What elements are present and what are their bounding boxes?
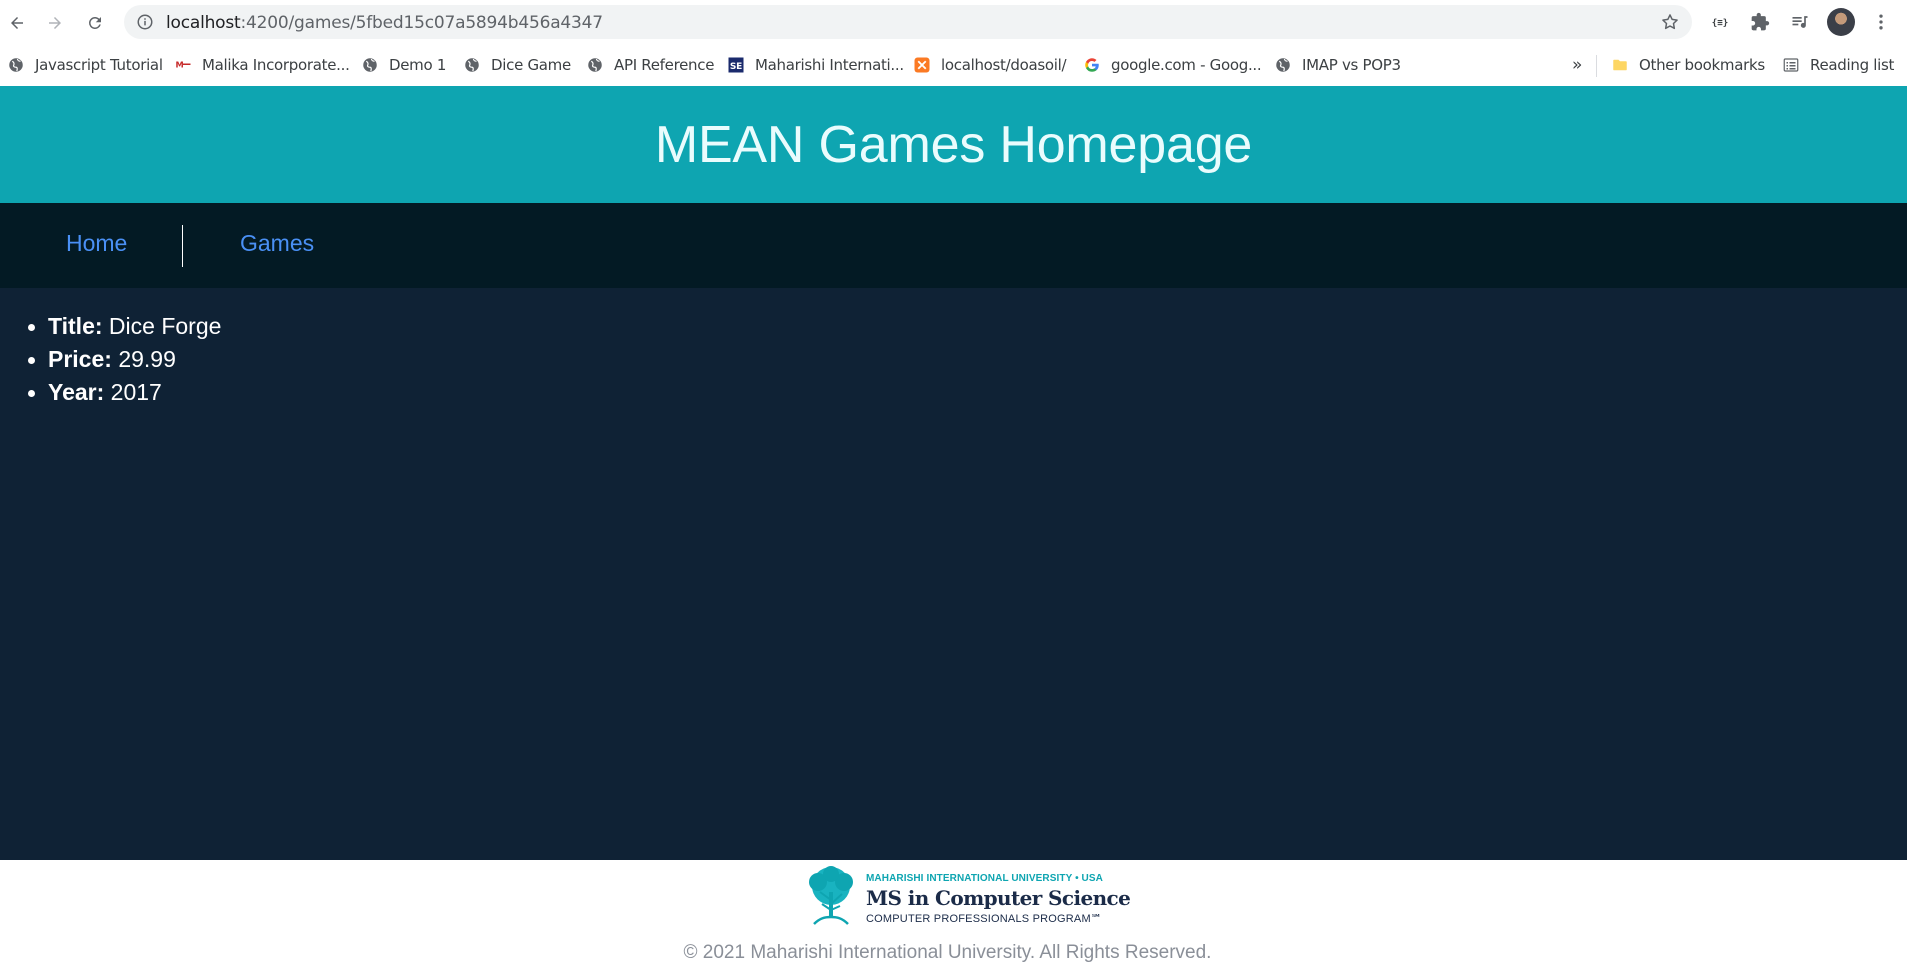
price-label: Price: — [48, 346, 112, 372]
reading-list-label: Reading list — [1810, 56, 1895, 74]
bookmark-javascript-tutorial[interactable]: Javascript Tutorial — [7, 54, 163, 76]
forward-button[interactable] — [40, 8, 70, 38]
browser-toolbar: localhost:4200/games/5fbed15c07a5894b456… — [0, 0, 1907, 45]
bookmarks-divider — [1596, 55, 1597, 77]
logo-cpp-line: COMPUTER PROFESSIONALS PROGRAM℠ — [866, 913, 1103, 925]
xampp-icon — [913, 56, 931, 74]
json-extension-icon[interactable]: {≡} — [1709, 11, 1731, 33]
url-host: localhost — [166, 13, 241, 33]
nav-divider — [182, 225, 183, 267]
bookmark-label: API Reference — [614, 56, 715, 74]
bookmark-label: Demo 1 — [389, 56, 447, 74]
se-logo-icon: SE — [727, 56, 745, 74]
info-icon — [137, 14, 153, 30]
overflow-label: » — [1572, 55, 1583, 75]
other-bookmarks-button[interactable]: Other bookmarks — [1611, 54, 1765, 76]
profile-avatar[interactable] — [1827, 8, 1855, 36]
reading-list-button[interactable]: Reading list — [1782, 54, 1894, 76]
other-bookmarks-label: Other bookmarks — [1639, 56, 1765, 74]
arrow-left-icon — [11, 17, 23, 29]
bookmarks-overflow-button[interactable]: » — [1572, 54, 1582, 76]
svg-text:M: M — [176, 59, 184, 69]
globe-icon — [1274, 56, 1292, 74]
bookmark-localhost-doasoil[interactable]: localhost/doasoil/ — [913, 54, 1067, 76]
bookmark-label: localhost/doasoil/ — [941, 56, 1067, 74]
globe-icon — [7, 56, 25, 74]
bookmark-demo-1[interactable]: Demo 1 — [361, 54, 446, 76]
game-price: 29.99 — [118, 346, 176, 372]
bookmark-label: Malika Incorporate... — [202, 56, 350, 74]
bookmark-api-reference[interactable]: API Reference — [586, 54, 714, 76]
mscs-logo: MAHARISHI INTERNATIONAL UNIVERSITY • USA… — [800, 864, 1131, 928]
star-icon[interactable] — [1660, 12, 1680, 32]
extensions-puzzle-icon[interactable] — [1749, 11, 1771, 33]
address-bar[interactable]: localhost:4200/games/5fbed15c07a5894b456… — [124, 5, 1692, 39]
list-item-title: Title: Dice Forge — [27, 310, 222, 343]
bookmark-label: IMAP vs POP3 — [1302, 56, 1401, 74]
bookmark-maharishi[interactable]: SE Maharishi Internati... — [727, 54, 904, 76]
bookmark-dice-game[interactable]: Dice Game — [463, 54, 571, 76]
url-text[interactable]: localhost:4200/games/5fbed15c07a5894b456… — [166, 13, 603, 33]
malika-logo-icon: M — [174, 56, 192, 74]
arrow-right-icon — [49, 17, 61, 29]
browser-menu-icon[interactable] — [1870, 11, 1892, 33]
globe-icon — [586, 56, 604, 74]
game-year: 2017 — [110, 379, 162, 405]
bookmarks-bar: Javascript Tutorial M Malika Incorporate… — [0, 45, 1907, 86]
tree-logo-icon — [809, 866, 853, 925]
browser-chrome: localhost:4200/games/5fbed15c07a5894b456… — [0, 0, 1907, 86]
page-footer: MAHARISHI INTERNATIONAL UNIVERSITY • USA… — [0, 860, 1907, 972]
list-item-price: Price: 29.99 — [27, 343, 221, 376]
game-detail-section: Title: Dice Forge Price: 29.99 Year: 201… — [0, 288, 1907, 860]
game-title: Dice Forge — [108, 313, 222, 339]
year-label: Year: — [48, 379, 105, 405]
bookmark-malika[interactable]: M Malika Incorporate... — [174, 54, 350, 76]
url-path: :4200/games/5fbed15c07a5894b456a4347 — [240, 13, 604, 33]
reading-list-icon — [1782, 56, 1800, 74]
folder-icon — [1611, 56, 1629, 74]
back-button[interactable] — [2, 8, 32, 38]
globe-icon — [463, 56, 481, 74]
bookmark-imap-vs-pop3[interactable]: IMAP vs POP3 — [1274, 54, 1401, 76]
list-item-year: Year: 2017 — [27, 376, 221, 409]
media-queue-icon[interactable] — [1789, 11, 1811, 33]
logo-program-line: MS in Computer Science — [866, 886, 1131, 910]
nav-games-link[interactable]: Games — [240, 230, 314, 257]
reload-button[interactable] — [80, 8, 110, 38]
bookmark-label: Javascript Tutorial — [35, 56, 163, 74]
globe-icon — [361, 56, 379, 74]
svg-text:SE: SE — [730, 62, 742, 72]
bookmark-label: Maharishi Internati... — [755, 56, 904, 74]
bookmark-google[interactable]: google.com - Goog... — [1083, 54, 1262, 76]
main-nav: Home Games — [0, 203, 1907, 288]
title-label: Title: — [48, 313, 103, 339]
reload-icon — [88, 16, 101, 29]
bookmark-label: Dice Game — [491, 56, 571, 74]
logo-university-line: MAHARISHI INTERNATIONAL UNIVERSITY • USA — [866, 873, 1103, 884]
svg-text:{≡}: {≡} — [1712, 17, 1729, 28]
game-details-list: Title: Dice Forge Price: 29.99 Year: 201… — [27, 310, 222, 409]
bookmark-label: google.com - Goog... — [1111, 56, 1262, 74]
copyright-text: © 2021 Maharishi International Universit… — [683, 942, 1212, 963]
page-header: MEAN Games Homepage — [0, 86, 1907, 203]
nav-home-link[interactable]: Home — [66, 230, 127, 257]
google-icon — [1083, 56, 1101, 74]
page-title: MEAN Games Homepage — [654, 115, 1253, 174]
